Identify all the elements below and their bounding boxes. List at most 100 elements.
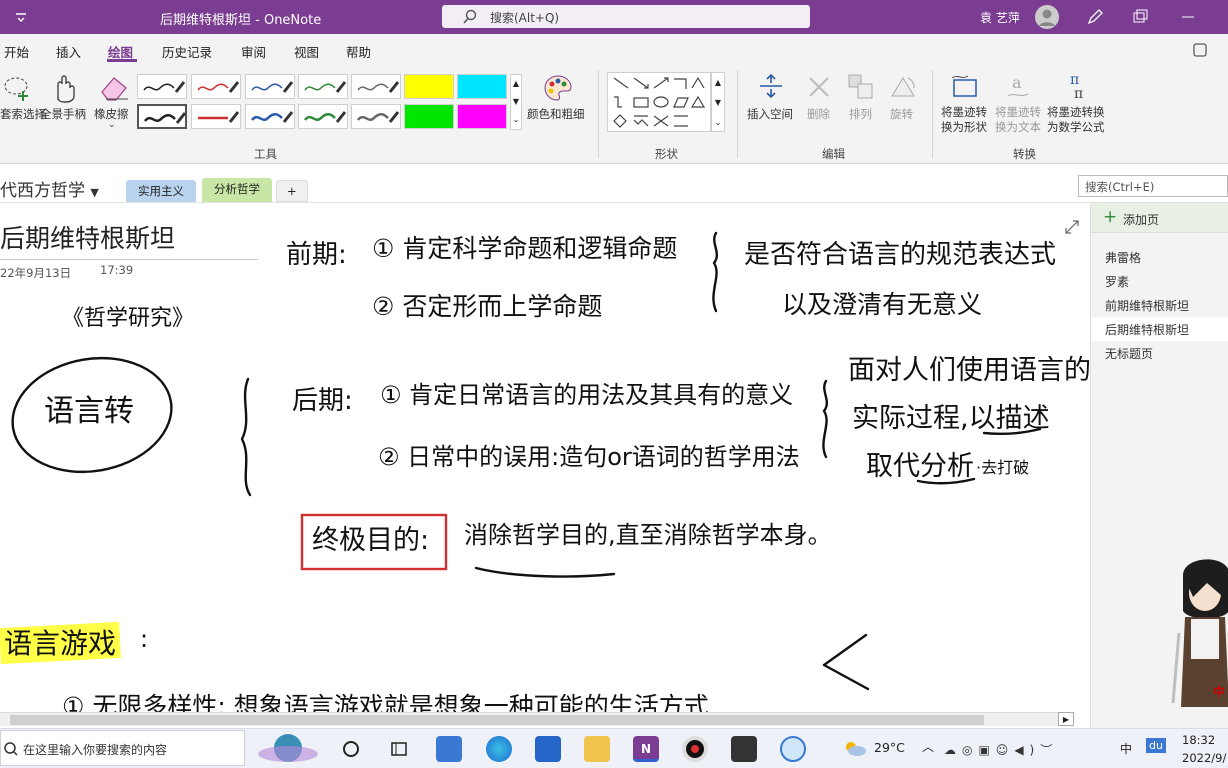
hand-icon[interactable] bbox=[50, 72, 78, 104]
scroll-right-button[interactable]: ▶ bbox=[1058, 712, 1074, 726]
mascot-label: 中 bbox=[1213, 685, 1226, 699]
clock-time[interactable]: 18:32 bbox=[1182, 733, 1215, 747]
user-name[interactable]: 袁 艺萍 bbox=[980, 9, 1020, 26]
store-icon[interactable] bbox=[535, 736, 561, 762]
pan-hand-label[interactable]: 全景手柄 bbox=[40, 106, 86, 122]
ink-layer: 前期: ① 肯定科学命题和逻辑命题 ② 否定形而上学命题 是否符合语言的规范表达… bbox=[0, 231, 1090, 721]
browser-icon[interactable] bbox=[780, 736, 806, 762]
weather-icon[interactable] bbox=[842, 738, 868, 758]
page-item-4-selected[interactable]: 后期维特根斯坦 bbox=[1091, 317, 1228, 341]
highlighter-green[interactable] bbox=[404, 104, 454, 129]
ink-goal-text: 消除哲学目的,直至消除哲学本身。 bbox=[464, 521, 832, 549]
shapes-gallery[interactable] bbox=[607, 72, 711, 132]
menu-view[interactable]: 视图 bbox=[294, 42, 319, 61]
menu-insert[interactable]: 插入 bbox=[56, 42, 81, 61]
notebook-name[interactable]: 代西方哲学 ▼ bbox=[0, 176, 99, 201]
add-section-button[interactable]: + bbox=[276, 180, 308, 202]
mail-icon[interactable] bbox=[436, 736, 462, 762]
ink-late-note-1: 面对人们使用语言的 bbox=[848, 355, 1090, 386]
pen-gray-2[interactable] bbox=[351, 104, 401, 129]
rotate-label[interactable]: 旋转 bbox=[890, 106, 913, 122]
arrange-icon[interactable] bbox=[846, 72, 876, 102]
restore-icon[interactable] bbox=[1132, 9, 1148, 25]
eraser-icon[interactable] bbox=[98, 72, 130, 102]
pen-gallery-scroll[interactable]: ▲ ▼ ⌄ bbox=[510, 74, 522, 130]
search-icon bbox=[463, 9, 477, 24]
color-thickness-label[interactable]: 颜色和粗细 bbox=[527, 106, 585, 122]
rotate-icon[interactable] bbox=[888, 72, 918, 102]
shapes-group-label: 形状 bbox=[655, 147, 678, 161]
shapes-gallery-scroll[interactable]: ▲ ▼ ⌄ bbox=[711, 72, 725, 132]
svg-text:π: π bbox=[1074, 86, 1083, 102]
highlighter-magenta[interactable] bbox=[457, 104, 507, 129]
highlighter-yellow[interactable] bbox=[404, 74, 454, 99]
pages-panel: + 添加页 弗雷格 罗素 前期维特根斯坦 后期维特根斯坦 无标题页 中 bbox=[1090, 203, 1228, 728]
minimize-icon[interactable] bbox=[1180, 9, 1196, 25]
page-item-3[interactable]: 前期维特根斯坦 bbox=[1105, 297, 1189, 314]
baidu-icon[interactable]: du bbox=[1146, 738, 1166, 753]
avatar[interactable] bbox=[1035, 5, 1059, 29]
add-page-label: 添加页 bbox=[1123, 213, 1160, 227]
edge-icon[interactable] bbox=[486, 736, 512, 762]
delete-icon[interactable] bbox=[806, 74, 832, 100]
eraser-dropdown-icon[interactable]: ⌄ bbox=[108, 120, 116, 130]
temperature[interactable]: 29°C bbox=[874, 740, 905, 755]
tray-chevron-icon[interactable]: ︿ bbox=[922, 738, 934, 755]
menu-history[interactable]: 历史记录 bbox=[162, 42, 212, 61]
highlighter-cyan[interactable] bbox=[457, 74, 507, 99]
menu-review[interactable]: 审阅 bbox=[241, 42, 266, 61]
pen-black-1[interactable] bbox=[137, 74, 187, 99]
ink-to-shape-label[interactable]: 将墨迹转 换为形状 bbox=[941, 105, 987, 135]
ink-early-note-2: 以及澄清有无意义 bbox=[782, 290, 982, 319]
task-view-icon[interactable] bbox=[340, 738, 362, 760]
pen-gray-1[interactable] bbox=[351, 74, 401, 99]
app-icon[interactable] bbox=[731, 736, 757, 762]
insert-space-label[interactable]: 插入空间 bbox=[747, 106, 793, 122]
pen-green-2[interactable] bbox=[298, 104, 348, 129]
onenote-icon[interactable]: N bbox=[633, 736, 659, 762]
file-explorer-icon[interactable] bbox=[584, 736, 610, 762]
pen-black-2-selected[interactable] bbox=[137, 104, 187, 129]
shapes-icon bbox=[613, 76, 706, 128]
horizontal-scrollbar[interactable] bbox=[0, 712, 1074, 726]
scroll-thumb[interactable] bbox=[10, 715, 984, 725]
ime-indicator[interactable]: 中 bbox=[1120, 740, 1132, 757]
lasso-icon[interactable] bbox=[2, 74, 32, 104]
tab-section-2[interactable]: 分析哲学 bbox=[202, 178, 272, 202]
search-box[interactable]: 搜索(Alt+Q) bbox=[442, 5, 810, 28]
ink-to-text-icon[interactable]: a bbox=[1004, 72, 1036, 102]
pen-icon[interactable] bbox=[1086, 8, 1104, 26]
clock-date[interactable]: 2022/9/ bbox=[1182, 751, 1226, 765]
ink-to-shape-icon[interactable] bbox=[950, 72, 982, 102]
pen-red-2[interactable] bbox=[191, 104, 241, 129]
record-icon[interactable] bbox=[682, 736, 708, 762]
page-item-2[interactable]: 罗素 bbox=[1105, 273, 1129, 290]
ink-to-math-label[interactable]: 将墨迹转换 为数学公式 bbox=[1047, 105, 1105, 135]
insert-space-icon[interactable] bbox=[756, 72, 786, 102]
ink-early-2: ② 否定形而上学命题 bbox=[372, 292, 602, 321]
pen-blue-1[interactable] bbox=[245, 74, 295, 99]
taskbar-search-placeholder: 在这里输入你要搜索的内容 bbox=[23, 743, 168, 757]
page-search-input[interactable]: 搜索(Ctrl+E) bbox=[1078, 175, 1228, 197]
page-item-5[interactable]: 无标题页 bbox=[1105, 345, 1153, 362]
tray-icons[interactable]: ☁◎▣☺◀)︶ bbox=[944, 741, 1094, 757]
pen-green-1[interactable] bbox=[298, 74, 348, 99]
palette-icon[interactable] bbox=[543, 74, 573, 102]
widgets-icon[interactable] bbox=[388, 738, 410, 760]
quick-access-icon[interactable] bbox=[14, 10, 28, 24]
ink-to-text-label[interactable]: 将墨迹转 换为文本 bbox=[995, 105, 1041, 135]
arrange-label[interactable]: 排列 bbox=[849, 106, 872, 122]
menu-help[interactable]: 帮助 bbox=[346, 42, 371, 61]
pen-blue-2[interactable] bbox=[245, 104, 295, 129]
ink-to-math-icon[interactable]: ππ bbox=[1062, 70, 1094, 102]
pen-red-1[interactable] bbox=[191, 74, 241, 99]
page-item-1[interactable]: 弗雷格 bbox=[1105, 249, 1141, 266]
menu-home[interactable]: 开始 bbox=[4, 42, 29, 61]
taskbar-search[interactable]: 在这里输入你要搜索的内容 bbox=[0, 730, 245, 766]
notebook-panel-icon[interactable] bbox=[1192, 42, 1208, 58]
delete-label[interactable]: 删除 bbox=[807, 106, 830, 122]
add-page-button[interactable]: + 添加页 bbox=[1091, 203, 1228, 233]
ink-late-label: 后期: bbox=[292, 386, 353, 416]
tab-section-1[interactable]: 实用主义 bbox=[126, 180, 196, 202]
page-canvas[interactable]: 后期维特根斯坦 22年9月13日 17:39 前期: ① 肯定科学命题和逻辑命题… bbox=[0, 203, 1090, 728]
